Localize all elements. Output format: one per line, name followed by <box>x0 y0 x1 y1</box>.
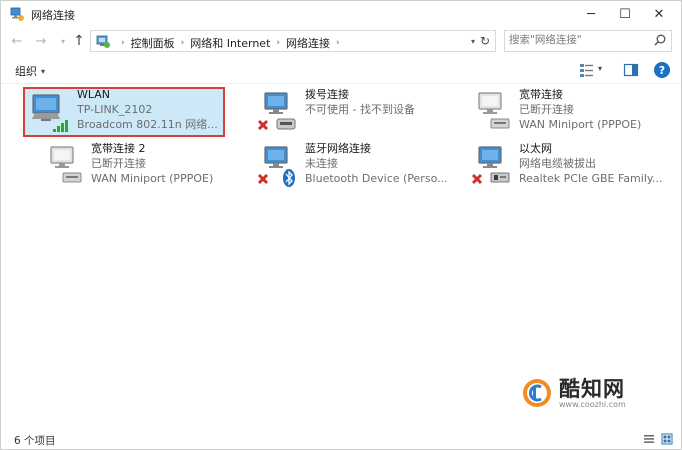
search-icon[interactable] <box>653 33 667 47</box>
title-bar: 网络连接 ─ ☐ ✕ <box>1 1 681 27</box>
network-connections-window: 网络连接 ─ ☐ ✕ ← → ▾ ↑ › 控制面板 › 网络和 Internet… <box>0 0 682 450</box>
recent-locations-button[interactable]: ▾ <box>55 33 71 49</box>
connection-status: 未连接 <box>305 157 338 170</box>
connection-name: 以太网 <box>519 142 552 155</box>
breadcrumb-separator: › <box>121 38 125 48</box>
connection-device: WAN Miniport (PPPOE) <box>519 118 642 131</box>
control-panel-icon <box>96 35 110 48</box>
organize-label: 组织 <box>15 65 37 78</box>
connection-name: 拨号连接 <box>305 88 349 101</box>
connection-item-ethernet[interactable]: 以太网 网络电缆被拔出 Realtek PCIe GBE Family... <box>465 141 665 191</box>
breadcrumb-separator[interactable]: › <box>336 38 340 48</box>
dialup-adapter-icon <box>257 92 296 131</box>
ethernet-adapter-icon <box>471 146 510 185</box>
search-input[interactable] <box>509 32 649 48</box>
connection-device: Realtek PCIe GBE Family... <box>519 172 663 185</box>
forward-button[interactable]: → <box>33 33 49 49</box>
connection-name: 蓝牙网络连接 <box>305 142 371 155</box>
refresh-button[interactable]: ↻ <box>477 33 493 49</box>
details-view-icon[interactable] <box>643 433 655 445</box>
window-title: 网络连接 <box>31 9 75 22</box>
broadband-adapter-icon <box>478 92 510 129</box>
connection-device: Bluetooth Device (Perso... <box>305 172 448 185</box>
broadband-adapter-icon <box>50 146 82 183</box>
connection-item-broadband-2[interactable]: 宽带连接 2 已断开连接 WAN Miniport (PPPOE) <box>37 141 237 191</box>
connection-item-bluetooth[interactable]: 蓝牙网络连接 未连接 Bluetooth Device (Perso... <box>251 141 451 191</box>
item-count: 6 个项目 <box>14 435 56 447</box>
tiles-view-icon[interactable] <box>661 433 673 445</box>
close-button[interactable]: ✕ <box>642 1 676 27</box>
breadcrumb-separator[interactable]: › <box>181 38 185 48</box>
maximize-button[interactable]: ☐ <box>608 1 642 27</box>
search-box[interactable] <box>504 30 672 52</box>
breadcrumb-network-connections[interactable]: 网络连接 <box>286 35 330 51</box>
command-bar: 组织 ▾ ▾ ? <box>1 57 681 84</box>
connection-status: 不可使用 - 找不到设备 <box>305 103 415 116</box>
status-bar: 6 个项目 <box>1 429 681 449</box>
change-view-icon[interactable] <box>578 61 596 79</box>
connection-device: WAN Miniport (PPPOE) <box>91 172 214 185</box>
network-connections-icon <box>10 7 24 21</box>
breadcrumb-control-panel[interactable]: 控制面板 <box>131 35 175 51</box>
connection-item-broadband[interactable]: 宽带连接 已断开连接 WAN Miniport (PPPOE) <box>465 87 665 137</box>
navigation-bar: ← → ▾ ↑ › 控制面板 › 网络和 Internet › 网络连接 › ▾… <box>1 27 681 55</box>
minimize-button[interactable]: ─ <box>574 1 608 27</box>
watermark: 酷知网 www.coozhi.com <box>521 373 651 413</box>
back-button[interactable]: ← <box>9 33 25 49</box>
preview-pane-icon[interactable] <box>623 62 639 78</box>
connection-status: 网络电缆被拔出 <box>519 157 596 170</box>
address-bar[interactable]: › 控制面板 › 网络和 Internet › 网络连接 › ▾ <box>90 30 496 52</box>
connection-item-dialup[interactable]: 拨号连接 不可使用 - 找不到设备 <box>251 87 451 137</box>
watermark-url: www.coozhi.com <box>559 400 626 409</box>
view-options-dropdown[interactable]: ▾ <box>598 64 602 73</box>
up-button[interactable]: ↑ <box>71 33 87 49</box>
bluetooth-adapter-icon <box>257 146 295 187</box>
highlight-annotation <box>23 87 225 137</box>
connection-status: 已断开连接 <box>91 157 146 170</box>
organize-menu[interactable]: 组织 ▾ <box>15 63 45 79</box>
connection-name: 宽带连接 2 <box>91 142 146 155</box>
breadcrumb: › 控制面板 › 网络和 Internet › 网络连接 › <box>115 35 346 51</box>
breadcrumb-separator[interactable]: › <box>276 38 280 48</box>
chevron-down-icon: ▾ <box>41 66 46 76</box>
breadcrumb-network-internet[interactable]: 网络和 Internet <box>190 35 270 51</box>
connection-status: 已断开连接 <box>519 103 574 116</box>
help-button[interactable]: ? <box>654 62 670 78</box>
watermark-name: 酷知网 <box>559 377 625 401</box>
connection-name: 宽带连接 <box>519 88 563 101</box>
coozhi-logo-icon <box>523 379 551 407</box>
